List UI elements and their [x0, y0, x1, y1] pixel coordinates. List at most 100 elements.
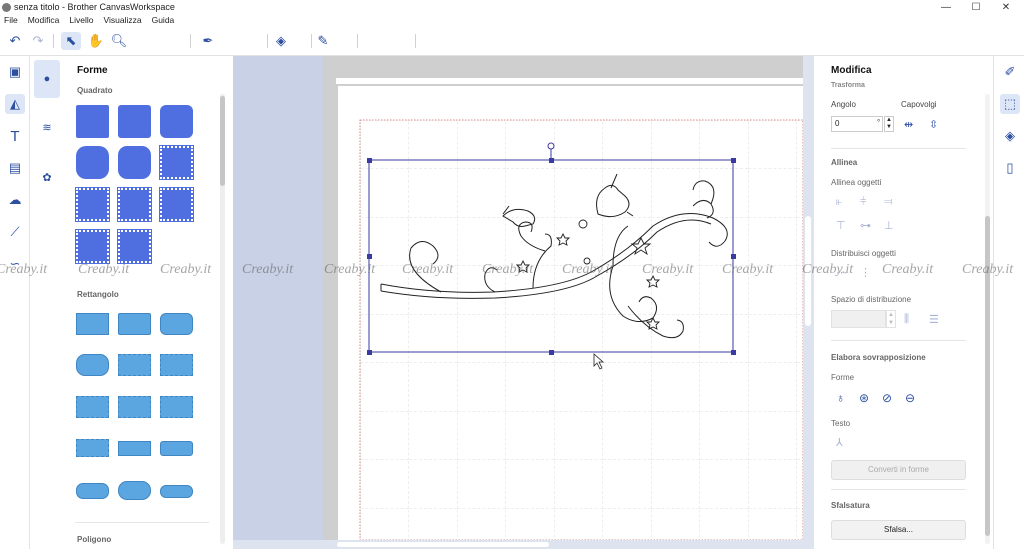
- rectangle-shape[interactable]: [118, 313, 151, 335]
- pen-icon[interactable]: ✎: [315, 32, 331, 50]
- align-bottom-icon[interactable]: ⊥: [884, 219, 894, 232]
- border-wave-icon[interactable]: ≋: [34, 114, 60, 140]
- watermark: Creaby.it: [242, 262, 294, 277]
- scalloped-square-shape[interactable]: [118, 146, 151, 179]
- line-tool-icon[interactable]: ⟋: [5, 222, 25, 242]
- rectangle-shape[interactable]: [76, 313, 109, 335]
- menu-visualizza[interactable]: Visualizza: [103, 15, 141, 26]
- pill-shape[interactable]: [118, 481, 151, 500]
- intersect-icon[interactable]: ⊛: [859, 391, 869, 405]
- mat-grid: [360, 120, 803, 540]
- section-offset: Sfalsatura: [831, 501, 870, 510]
- scroll-thumb[interactable]: [337, 542, 549, 547]
- align-middle-icon[interactable]: ⊶: [860, 219, 871, 232]
- watermark: Creaby.it: [722, 262, 774, 277]
- minimize-button[interactable]: —: [931, 0, 961, 15]
- align-right-icon[interactable]: ⫤: [884, 196, 892, 209]
- close-button[interactable]: ✕: [991, 0, 1021, 15]
- stamp-square-shape[interactable]: [117, 229, 152, 264]
- zoom-magnifier-icon[interactable]: 🔍︎: [110, 32, 128, 50]
- rounded-square-shape[interactable]: [160, 105, 193, 138]
- document-icon[interactable]: ▯: [1000, 158, 1020, 178]
- rotate-handle[interactable]: [547, 142, 555, 150]
- svg-import-icon[interactable]: ▤: [5, 158, 25, 178]
- distribute-label: Distribuisci oggetti: [831, 249, 896, 258]
- watermark: Creaby.it: [642, 262, 694, 277]
- stamp-square-shape[interactable]: [117, 187, 152, 222]
- spacing-input[interactable]: [831, 310, 886, 328]
- separator: [190, 34, 191, 48]
- align-center-icon[interactable]: ⫩: [860, 196, 866, 209]
- watermark: Creaby.it: [802, 262, 854, 277]
- shapes-tool-icon[interactable]: ◭: [5, 94, 25, 114]
- text-to-shape-icon[interactable]: ⅄: [836, 436, 843, 449]
- pill-shape[interactable]: [76, 483, 109, 499]
- align-top-icon[interactable]: ⊤: [836, 219, 846, 232]
- square-shape[interactable]: [76, 105, 109, 138]
- menu-modifica[interactable]: Modifica: [28, 15, 60, 26]
- menu-guida[interactable]: Guida: [152, 15, 175, 26]
- stamp-square-shape[interactable]: [75, 229, 110, 264]
- undo-icon[interactable]: ↶: [6, 32, 24, 50]
- stamp-square-shape[interactable]: [159, 145, 194, 180]
- stamp-square-shape[interactable]: [75, 187, 110, 222]
- stamp-rectangle-shape[interactable]: [118, 396, 151, 418]
- text-tool-icon[interactable]: T: [5, 126, 25, 146]
- divider: [75, 522, 209, 523]
- basic-shapes-icon[interactable]: ●: [34, 60, 60, 98]
- rounded-rectangle-shape[interactable]: [76, 354, 109, 376]
- section-align: Allinea: [831, 158, 858, 167]
- wide-rectangle-shape[interactable]: [118, 441, 151, 456]
- brush-icon[interactable]: ✐: [1000, 62, 1020, 82]
- maximize-button[interactable]: ☐: [961, 0, 991, 15]
- rounded-square-shape[interactable]: [76, 146, 109, 179]
- flip-vertical-icon[interactable]: ⇳: [929, 118, 938, 131]
- stamp-rectangle-shape[interactable]: [160, 396, 193, 418]
- divider: [831, 489, 966, 490]
- resize-handle: [731, 158, 736, 163]
- image-template-icon[interactable]: ▣: [5, 62, 25, 82]
- stamp-rectangle-shape[interactable]: [76, 396, 109, 418]
- menu-livello[interactable]: Livello: [69, 15, 93, 26]
- spacing-stepper[interactable]: ▲ ▼: [886, 310, 896, 328]
- canvas-area[interactable]: [233, 56, 813, 549]
- stamp-rectangle-shape[interactable]: [118, 354, 151, 376]
- panel-scroll-thumb[interactable]: [220, 96, 225, 186]
- hand-pan-icon[interactable]: ✋: [86, 32, 106, 50]
- offset-button[interactable]: Sfalsa...: [831, 520, 966, 540]
- select-pointer-icon[interactable]: ⬉: [61, 32, 81, 50]
- angle-stepper[interactable]: ▲ ▼: [884, 116, 894, 132]
- layers-icon[interactable]: ◈: [1000, 126, 1020, 146]
- redo-icon[interactable]: ↷: [29, 32, 47, 50]
- canvas-horizontal-scrollbar[interactable]: [233, 540, 813, 549]
- distribute-vertical-icon[interactable]: ⋮: [860, 266, 871, 279]
- stamp-square-shape[interactable]: [159, 187, 194, 222]
- square-shape[interactable]: [118, 105, 151, 138]
- edit-select-icon[interactable]: ⬚: [1000, 94, 1020, 114]
- weld-icon[interactable]: ♁: [836, 391, 845, 405]
- title-bar: senza titolo - Brother CanvasWorkspace —…: [0, 0, 1024, 15]
- stamp-rectangle-shape[interactable]: [76, 439, 109, 457]
- spacing-vertical-icon[interactable]: ☰: [929, 313, 939, 326]
- exclude-icon[interactable]: ⊘: [882, 391, 892, 405]
- wide-rectangle-shape[interactable]: [160, 441, 193, 456]
- convert-to-shapes-button[interactable]: Converti in forme: [831, 460, 966, 480]
- line-type-icon[interactable]: ✒: [199, 32, 217, 50]
- subtract-icon[interactable]: ⊖: [905, 391, 915, 405]
- align-left-icon[interactable]: ⫦: [836, 196, 842, 209]
- watermark: Creaby.it: [78, 262, 130, 277]
- divider: [831, 340, 966, 341]
- shape-category-rail: ● ≋ ✿: [31, 56, 63, 549]
- stamp-rectangle-shape[interactable]: [160, 354, 193, 376]
- flip-horizontal-icon[interactable]: ⇹: [904, 118, 913, 131]
- spacing-horizontal-icon[interactable]: ⫼: [904, 313, 909, 326]
- pill-shape[interactable]: [160, 485, 193, 498]
- watermark: Creaby.it: [324, 262, 376, 277]
- cloud-icon[interactable]: ☁: [5, 190, 25, 210]
- rounded-rectangle-shape[interactable]: [160, 313, 193, 335]
- menu-file[interactable]: File: [4, 15, 18, 26]
- angle-input[interactable]: 0: [831, 116, 883, 132]
- fill-bucket-icon[interactable]: ◈: [272, 32, 290, 50]
- canvas-vertical-scrollbar[interactable]: [803, 56, 813, 540]
- decoration-icon[interactable]: ✿: [34, 164, 60, 190]
